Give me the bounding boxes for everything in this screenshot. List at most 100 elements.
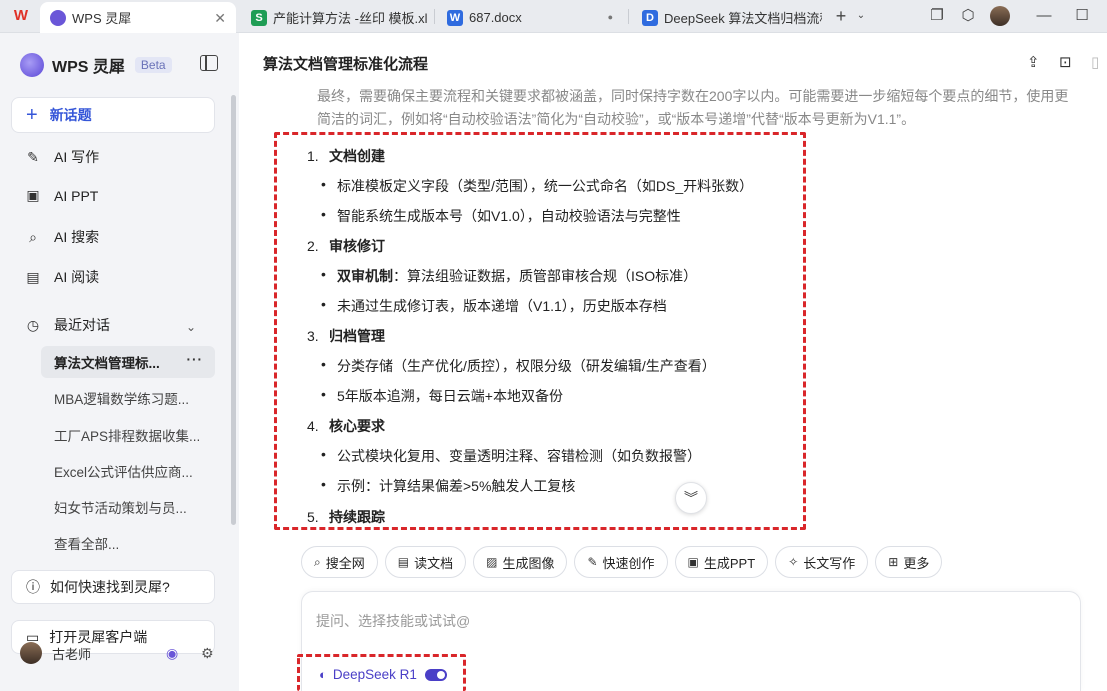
avatar [20,642,42,664]
section-number: 2. [307,238,319,254]
section-heading: 4. 核心要求 [307,416,385,436]
section-number: 4. [307,418,319,434]
section-title: 持续跟踪 [329,509,385,525]
view-all-label: 查看全部... [54,537,120,552]
cube-icon[interactable]: ⬡ [957,6,979,26]
skill-label: 生成PPT [703,555,756,571]
bullet-item: 示例：计算结果偏差>5%触发人工复核 [321,476,575,496]
skill-long-writing[interactable]: ✧ 长文写作 [775,546,869,578]
bullet-item: 标准模板定义字段（类型/范围），统一公式命名（如DS_开料张数） [321,176,753,196]
tab-separator [628,9,629,24]
history-label: MBA逻辑数学练习题... [54,392,190,407]
skill-generate-image[interactable]: ▨ 生成图像 [473,546,568,578]
history-label: 工厂APS排程数据收集... [54,429,201,444]
user-avatar[interactable] [990,6,1012,26]
deepseek-doc-icon: D [642,9,658,26]
book-icon: ▤ [26,268,40,285]
new-topic-button[interactable]: + 新话题 [11,97,215,133]
minimize-icon[interactable]: — [1033,6,1055,26]
history-item[interactable]: 工厂APS排程数据收集... [41,419,215,451]
tab-bar: W WPS 灵犀 ✕ S 产能计算方法 -丝印 模板.xlsx W 687.do… [0,0,1107,33]
gear-icon[interactable]: ⚙ [201,645,214,662]
skill-more[interactable]: ⊞ 更多 [875,546,943,578]
nav-ai-search[interactable]: ⌕ AI 搜索 [24,227,99,247]
window-restore-icon[interactable]: ❐ [926,6,948,26]
search-icon: ⌕ [29,228,37,245]
tab-wps-lingxi[interactable]: WPS 灵犀 ✕ [40,2,236,33]
sidebar: WPS 灵犀 Beta + 新话题 ✎ AI 写作 ▣ AI PPT ⌕ AI … [0,33,239,691]
wps-logo-icon[interactable]: W [10,6,32,26]
section-heading: 1. 文档创建 [307,146,385,166]
section-title: 核心要求 [329,418,385,434]
section-number: 5. [307,509,319,525]
history-item-active[interactable]: 算法文档管理标... ··· [41,346,215,378]
question-icon: ⓘ [26,579,40,595]
document-icon[interactable]: ▯ [1091,53,1099,71]
history-item[interactable]: MBA逻辑数学练习题... [41,382,215,414]
skill-search-web[interactable]: ⌕ 搜全网 [301,546,378,578]
tab-deepseek[interactable]: D DeepSeek 算法文档归档流程 [632,2,822,33]
bullet-item: 分类存储（生产优化/质控），权限分级（研发编辑/生产查看） [321,356,716,376]
history-item[interactable]: Excel公式评估供应商... [41,455,215,487]
brand: WPS 灵犀 Beta [20,53,172,77]
new-chat-icon[interactable]: ⊡ [1059,53,1072,71]
tab-label: WPS 灵犀 [72,11,132,26]
sidebar-scrollbar[interactable] [231,95,236,525]
skill-label: 更多 [903,555,930,571]
history-label: Excel公式评估供应商... [54,465,193,480]
new-topic-label: 新话题 [49,107,92,123]
share-icon[interactable]: ⇪ [1027,53,1040,71]
clock-icon: ◷ [26,316,40,333]
main-panel: 算法文档管理标准化流程 ⇪ ⊡ ▯ 最终，需要确保主要流程和关键要求都被涵盖，同… [239,33,1107,691]
history-label: 算法文档管理标... [54,356,160,371]
new-tab-icon[interactable]: + [830,6,852,26]
skill-read-doc[interactable]: ▤ 读文档 [384,546,467,578]
model-name: DeepSeek R1 [332,667,417,682]
nav-ai-ppt[interactable]: ▣ AI PPT [24,187,98,204]
sparkle-icon: ✧ [788,555,799,569]
tab-dot-icon[interactable]: ● [608,12,613,22]
scroll-down-button[interactable]: ︾ [675,482,707,514]
tab-xlsx[interactable]: S 产能计算方法 -丝印 模板.xlsx [241,2,427,33]
skill-label: 读文档 [414,555,454,571]
section-title: 归档管理 [329,328,385,344]
skill-generate-ppt[interactable]: ▣ 生成PPT [674,546,769,578]
user-profile[interactable]: 古老师 [20,642,91,664]
more-options-icon[interactable]: ··· [187,352,204,367]
section-heading: 2. 审核修订 [307,236,385,256]
image-icon: ▨ [486,555,498,569]
bullet-item: 公式模块化复用、变量透明注释、容错检测（如负数报警） [321,446,701,466]
bullet-item: 双审机制：算法组验证数据，质管部审核合规（ISO标准） [321,266,698,286]
close-icon[interactable]: ✕ [214,10,226,27]
nav-ai-reading[interactable]: ▤ AI 阅读 [24,267,99,287]
ppt-icon: ▣ [687,555,699,569]
history-label: 妇女节活动策划与员... [54,501,187,516]
view-all-link[interactable]: 查看全部... [41,527,215,559]
deepseek-toggle[interactable] [424,668,447,681]
chevron-down-icon[interactable]: ⌄ [850,6,872,26]
recent-chats-header[interactable]: ◷ 最近对话 [24,315,110,335]
spreadsheet-icon: S [251,9,267,26]
bullet-text: ：算法组验证数据，质管部审核合规（ISO标准） [393,268,698,284]
bullet-bold: 双审机制 [337,268,393,284]
skill-quick-create[interactable]: ✎ 快速创作 [574,546,668,578]
bullet-item: 未通过生成修订表，版本递增（V1.1），历史版本存档 [321,296,667,316]
plus-icon: + [26,103,38,126]
thinking-text: 最终，需要确保主要流程和关键要求都被涵盖，同时保持字数在200字以内。可能需要进… [317,88,1069,127]
tab-docx[interactable]: W 687.docx ● [437,2,623,33]
deepseek-whale-icon: ◐ [319,667,327,682]
sidebar-toggle-icon[interactable] [200,55,218,71]
maximize-icon[interactable]: ☐ [1071,6,1093,26]
nav-ai-writing[interactable]: ✎ AI 写作 [24,147,99,167]
lingxi-logo-icon [20,53,44,77]
chevron-down-icon[interactable]: ⌄ [186,320,196,334]
help-button[interactable]: ⓘ 如何快速找到灵犀? [11,570,215,604]
beta-badge: Beta [134,57,172,73]
model-selector[interactable]: ◐ DeepSeek R1 [319,667,447,682]
pen-icon: ✎ [587,555,598,569]
ppt-icon: ▣ [26,187,40,203]
double-chevron-down-icon: ︾ [684,490,698,506]
bullet-item: 智能系统生成版本号（如V1.0），自动校验语法与完整性 [321,206,681,226]
history-item[interactable]: 妇女节活动策划与员... [41,491,215,523]
lingxi-badge-icon[interactable]: ◉ [166,645,178,662]
